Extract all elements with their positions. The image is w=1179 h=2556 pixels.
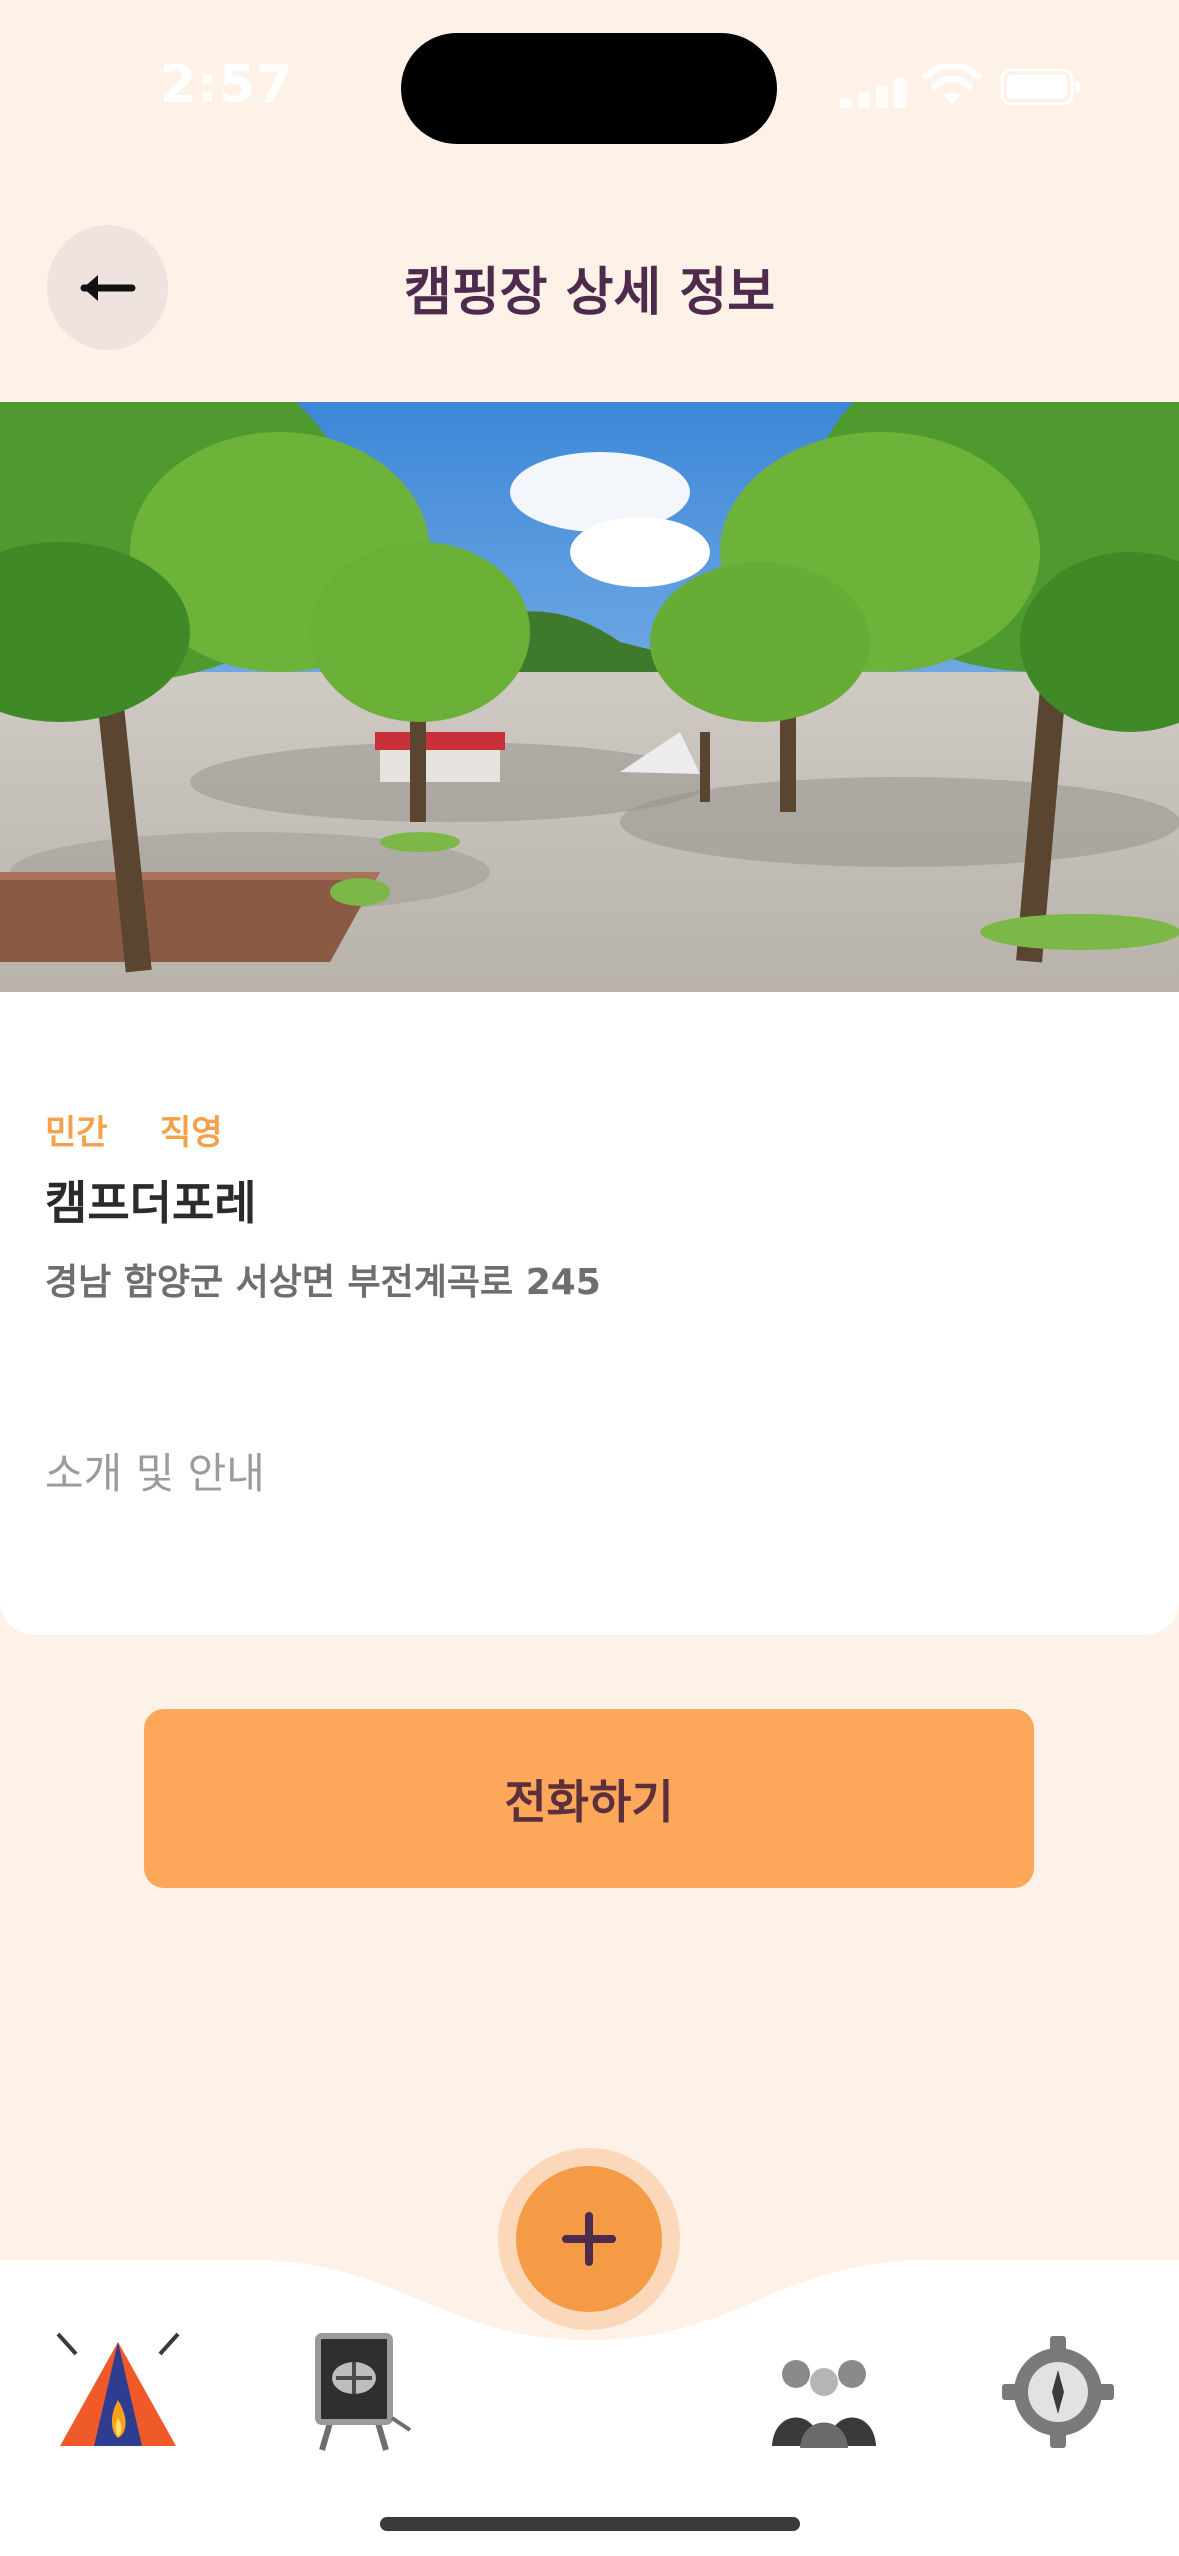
- tag-ownership: 민간: [45, 1113, 108, 1153]
- people-group-icon: [772, 2360, 876, 2448]
- wifi-icon: [922, 64, 982, 104]
- call-button[interactable]: 전화하기: [144, 1709, 1034, 1888]
- dynamic-island: [401, 33, 777, 144]
- nav-community-tab[interactable]: [762, 2330, 886, 2454]
- camp-info-card: [0, 992, 1179, 1635]
- add-button[interactable]: [516, 2166, 662, 2312]
- camp-name: 캠프더포레: [45, 1176, 257, 1230]
- status-time: 2:57: [160, 55, 294, 115]
- home-indicator: [380, 2517, 800, 2531]
- gear-compass-icon: [1002, 2336, 1114, 2448]
- battery-icon: [1000, 68, 1080, 106]
- plus-icon: [562, 2212, 616, 2266]
- page-title: 캠핑장 상세 정보: [403, 263, 776, 323]
- nav-campsite-tab[interactable]: [56, 2330, 180, 2454]
- tag-operation: 직영: [160, 1113, 223, 1153]
- campsite-photo: [0, 402, 1179, 992]
- campsite-tent-icon: [56, 2332, 180, 2446]
- cellular-signal-icon: [840, 78, 906, 108]
- easel-board-icon: [315, 2333, 412, 2451]
- intro-label: 소개 및 안내: [45, 1449, 265, 1498]
- camp-address: 경남 함양군 서상면 부전계곡로 245: [45, 1262, 601, 1303]
- nav-settings-tab[interactable]: [996, 2330, 1120, 2454]
- nav-board-tab[interactable]: [292, 2330, 416, 2454]
